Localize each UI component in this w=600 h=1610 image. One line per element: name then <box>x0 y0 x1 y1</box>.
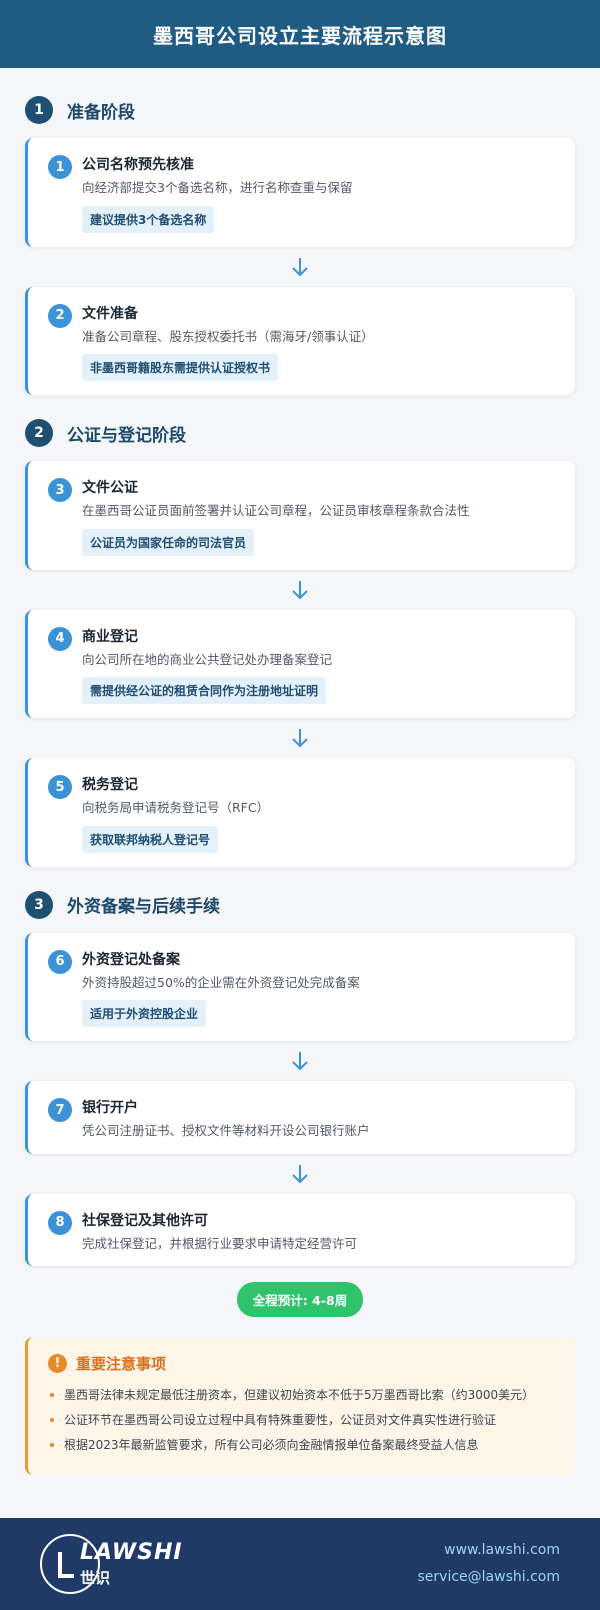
phase-title: 外资备案与后续手续 <box>67 897 220 917</box>
warning-icon: ! <box>48 1354 67 1373</box>
step-card-5: 5 税务登记 向税务局申请税务登记号（RFC） 获取联邦纳税人登记号 <box>25 758 575 867</box>
header-banner: 墨西哥公司设立主要流程示意图 <box>0 0 600 68</box>
page: 墨西哥公司设立主要流程示意图 1 准备阶段 1 公司名称预先核准 向经济部提交3… <box>0 0 600 1610</box>
important-notes-box: ! 重要注意事项 墨西哥法律未规定最低注册资本，但建议初始资本不低于5万墨西哥比… <box>25 1337 575 1475</box>
step-description: 凭公司注册证书、授权文件等材料开设公司银行账户 <box>82 1123 370 1138</box>
down-arrow-icon <box>25 718 575 758</box>
step-card-4: 4 商业登记 向公司所在地的商业公共登记处办理备案登记 需提供经公证的租赁合同作… <box>25 609 575 718</box>
duration-badge: 全程预计: 4-8周 <box>236 1282 364 1317</box>
step-number-badge: 4 <box>48 626 72 651</box>
phase-number-badge: 1 <box>25 96 53 124</box>
step-title: 文件准备 <box>82 305 138 322</box>
step-number-badge: 2 <box>48 303 72 328</box>
step-title: 公司名称预先核准 <box>82 157 194 173</box>
step-title: 外资登记处备案 <box>82 951 180 968</box>
step-title: 商业登记 <box>82 628 138 645</box>
note-item: 墨西哥法律未规定最低注册资本，但建议初始资本不低于5万墨西哥比索（约3000美元… <box>48 1386 557 1404</box>
down-arrow-icon <box>25 1154 575 1194</box>
note-item: 公证环节在墨西哥公司设立过程中具有特殊重要性，公证员对文件真实性进行验证 <box>48 1411 557 1429</box>
step-card-6: 6 外资登记处备案 外资持股超过50%的企业需在外资登记处完成备案 适用于外资控… <box>25 932 575 1041</box>
step-tag: 获取联邦纳税人登记号 <box>82 825 219 853</box>
logo-circle-icon <box>40 1534 100 1594</box>
step-card-3: 3 文件公证 在墨西哥公证员面前签署并认证公司章程，公证员审核章程条款合法性 公… <box>25 461 575 570</box>
notes-list: 墨西哥法律未规定最低注册资本，但建议初始资本不低于5万墨西哥比索（约3000美元… <box>48 1386 557 1454</box>
step-number-badge: 3 <box>48 478 72 502</box>
phase-number-badge: 3 <box>25 890 53 919</box>
step-description: 向经济部提交3个备选名称，进行名称查重与保留 <box>82 180 353 195</box>
step-number-badge: 7 <box>48 1098 72 1122</box>
phase-heading-2: 2 公证与登记阶段 <box>25 417 575 449</box>
down-arrow-icon <box>25 570 575 610</box>
step-title: 银行开户 <box>82 1100 138 1116</box>
step-tag: 适用于外资控股企业 <box>82 1000 207 1027</box>
phase-title: 公证与登记阶段 <box>67 425 186 446</box>
step-tag: 公证员为国家任命的司法官员 <box>82 528 255 556</box>
step-title: 文件公证 <box>82 480 138 496</box>
step-number-badge: 1 <box>48 155 72 179</box>
step-title: 社保登记及其他许可 <box>82 1212 208 1229</box>
phase-heading-3: 3 外资备案与后续手续 <box>25 889 575 921</box>
step-title: 税务登记 <box>82 777 138 793</box>
footer: LAWSHI 世识 www.lawshi.com service@lawshi.… <box>0 1518 600 1610</box>
contact-info: www.lawshi.com service@lawshi.com <box>418 1537 560 1591</box>
phase-heading-1: 1 准备阶段 <box>25 94 575 126</box>
step-description: 准备公司章程、股东授权委托书（需海牙/领事认证） <box>82 328 374 344</box>
email-link[interactable]: service@lawshi.com <box>418 1564 560 1591</box>
step-tag: 需提供经公证的租赁合同作为注册地址证明 <box>82 677 327 704</box>
step-description: 向公司所在地的商业公共登记处办理备案登记 <box>82 651 333 667</box>
step-card-2: 2 文件准备 准备公司章程、股东授权委托书（需海牙/领事认证） 非墨西哥籍股东需… <box>25 286 575 395</box>
notes-title: 重要注意事项 <box>76 1355 167 1373</box>
phase-number-badge: 2 <box>25 419 53 447</box>
step-card-8: 8 社保登记及其他许可 完成社保登记，并根据行业要求申请特定经营许可 <box>25 1193 575 1266</box>
flow-content: 1 准备阶段 1 公司名称预先核准 向经济部提交3个备选名称，进行名称查重与保留… <box>0 68 600 1475</box>
page-title: 墨西哥公司设立主要流程示意图 <box>153 23 447 48</box>
step-description: 外资持股超过50%的企业需在外资登记处完成备案 <box>82 974 360 990</box>
step-number-badge: 5 <box>48 775 72 799</box>
step-tag: 非墨西哥籍股东需提供认证授权书 <box>82 354 279 381</box>
step-description: 在墨西哥公证员面前签署并认证公司章程，公证员审核章程条款合法性 <box>82 503 470 518</box>
down-arrow-icon <box>25 1041 575 1081</box>
step-number-badge: 6 <box>48 949 72 974</box>
step-tag: 建议提供3个备选名称 <box>82 205 215 233</box>
step-card-1: 1 公司名称预先核准 向经济部提交3个备选名称，进行名称查重与保留 建议提供3个… <box>25 138 575 247</box>
lawshi-logo: LAWSHI 世识 <box>40 1534 183 1594</box>
phase-title: 准备阶段 <box>67 102 135 123</box>
step-description: 向税务局申请税务登记号（RFC） <box>82 800 270 815</box>
step-card-7: 7 银行开户 凭公司注册证书、授权文件等材料开设公司银行账户 <box>25 1081 575 1154</box>
note-item: 根据2023年最新监管要求，所有公司必须向金融情报单位备案最终受益人信息 <box>48 1436 557 1454</box>
down-arrow-icon <box>25 247 575 287</box>
step-description: 完成社保登记，并根据行业要求申请特定经营许可 <box>82 1235 358 1251</box>
step-number-badge: 8 <box>48 1210 72 1235</box>
website-link[interactable]: www.lawshi.com <box>418 1537 560 1564</box>
